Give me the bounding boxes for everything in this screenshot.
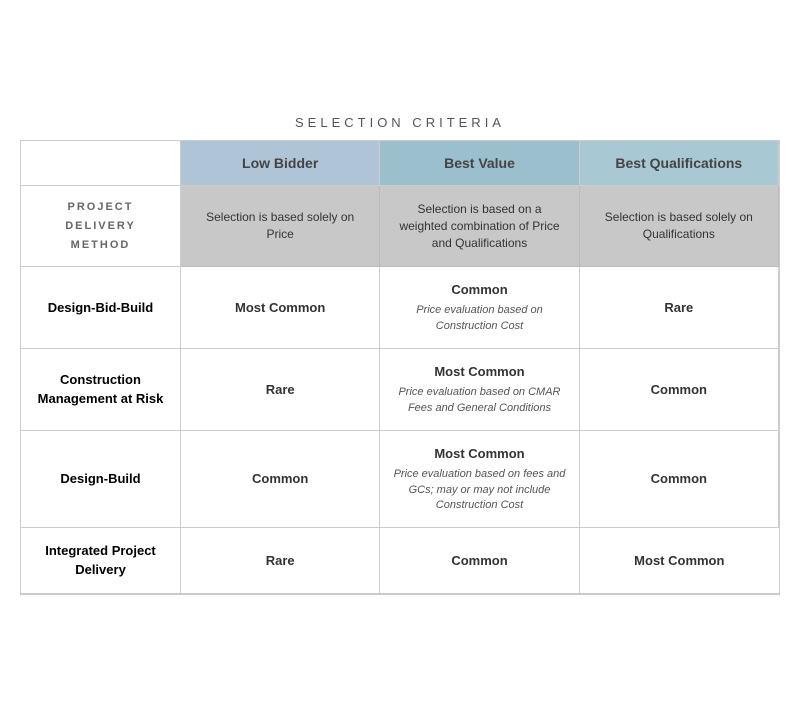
cell-sub-r2-c1: Price evaluation based on fees and GCs; … [390, 467, 568, 513]
cell-sub-r1-c1: Price evaluation based on CMAR Fees and … [390, 385, 568, 416]
data-cell-r2-c2: Common [580, 431, 779, 528]
data-cell-r3-c0: Rare [181, 528, 380, 593]
data-cell-r1-c1: Most Common Price evaluation based on CMA… [380, 349, 579, 431]
row-label-0: Design-Bid-Build [21, 267, 181, 349]
project-delivery-label: PROJECTDELIVERYMETHOD [21, 186, 181, 267]
data-cell-r1-c0: Rare [181, 349, 380, 431]
data-cell-r2-c1: Most Common Price evaluation based on fee… [380, 431, 579, 528]
cell-main-r2-c1: Most Common [434, 445, 524, 463]
data-cell-r3-c2: Most Common [580, 528, 779, 593]
cell-main-r0-c1: Common [451, 281, 507, 299]
cell-sub-r0-c1: Price evaluation based on Construction C… [390, 303, 568, 334]
data-cell-r0-c2: Rare [580, 267, 779, 349]
cell-main-r3-c0: Rare [266, 552, 295, 570]
desc-best-qualifications: Selection is based solely on Qualificati… [580, 186, 779, 267]
data-cell-r2-c0: Common [181, 431, 380, 528]
data-cell-r3-c1: Common [380, 528, 579, 593]
col-header-best-qualifications: Best Qualifications [580, 141, 779, 186]
cell-main-r0-c0: Most Common [235, 299, 325, 317]
matrix-table: Low Bidder Best Value Best Qualification… [20, 140, 780, 595]
cell-main-r1-c2: Common [651, 381, 707, 399]
row-label-2: Design-Build [21, 431, 181, 528]
data-cell-r0-c0: Most Common [181, 267, 380, 349]
desc-best-value: Selection is based on a weighted combina… [380, 186, 579, 267]
cell-main-r3-c1: Common [451, 552, 507, 570]
row-label-1: Construction Management at Risk [21, 349, 181, 431]
cell-main-r1-c1: Most Common [434, 363, 524, 381]
desc-low-bidder: Selection is based solely on Price [181, 186, 380, 267]
row-label-3: Integrated Project Delivery [21, 528, 181, 593]
cell-main-r2-c0: Common [252, 470, 308, 488]
cell-main-r0-c2: Rare [664, 299, 693, 317]
cell-main-r1-c0: Rare [266, 381, 295, 399]
page-title: SELECTION CRITERIA [20, 115, 780, 130]
col-header-best-value: Best Value [380, 141, 579, 186]
col-header-low-bidder: Low Bidder [181, 141, 380, 186]
data-cell-r1-c2: Common [580, 349, 779, 431]
cell-main-r3-c2: Most Common [634, 552, 724, 570]
page-container: SELECTION CRITERIA Low Bidder Best Value… [10, 105, 790, 605]
data-cell-r0-c1: Common Price evaluation based on Construc… [380, 267, 579, 349]
cell-main-r2-c2: Common [651, 470, 707, 488]
corner-cell [21, 141, 181, 186]
